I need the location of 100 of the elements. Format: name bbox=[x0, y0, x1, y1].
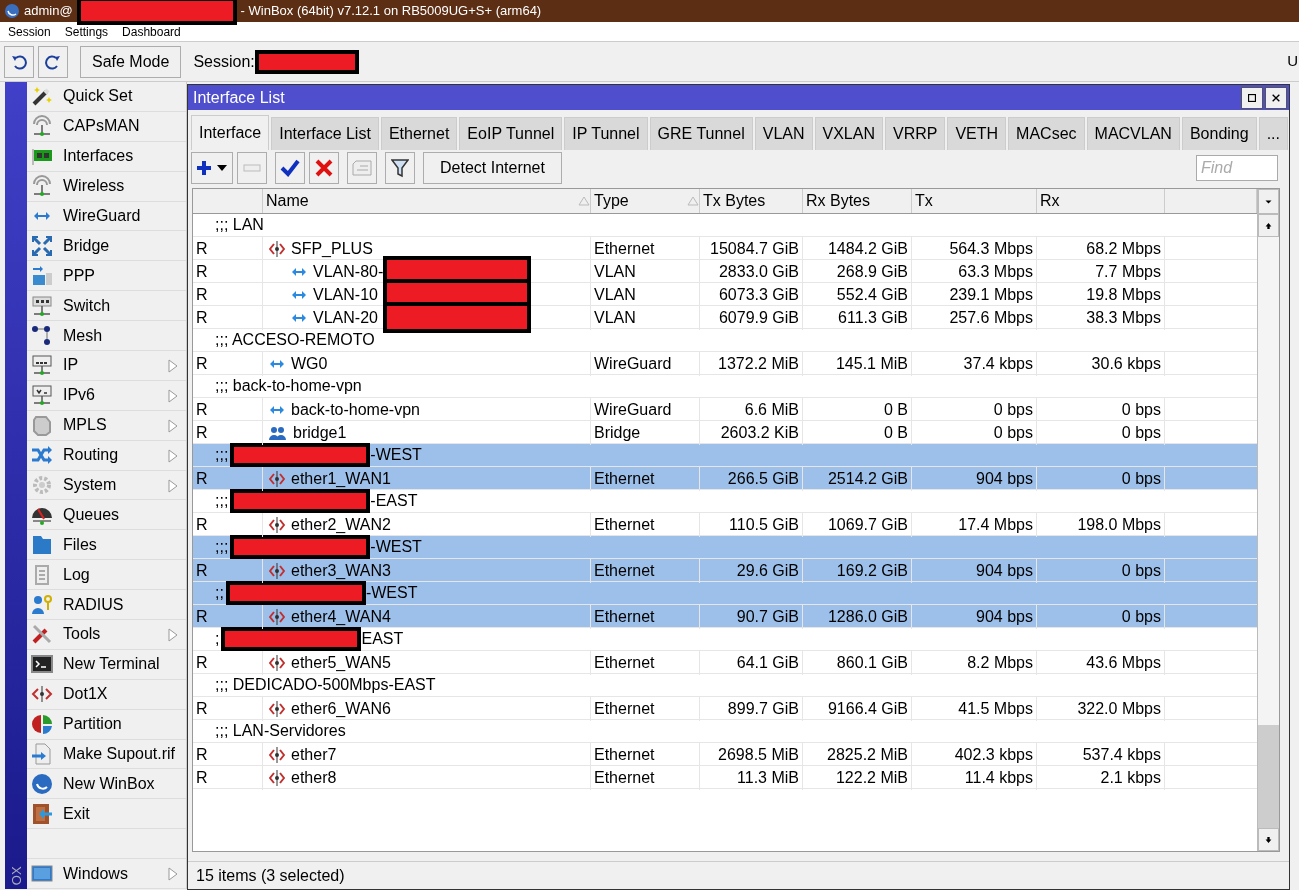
menu-item[interactable]: Bridge bbox=[27, 231, 186, 262]
menu-item[interactable]: Mesh bbox=[27, 321, 186, 351]
tab[interactable]: GRE Tunnel bbox=[649, 117, 753, 150]
menu-item[interactable]: RADIUS bbox=[27, 590, 186, 621]
table-row[interactable]: R ether5_WAN5 Ethernet 64.1 GiB 860.1 GiB 8.2 Mbps 43.6 Mbps bbox=[193, 651, 1257, 674]
menu-item[interactable]: Quick Set bbox=[27, 82, 186, 112]
menu-item[interactable]: Dot1X bbox=[27, 679, 186, 710]
table-row[interactable]: ;;; LAN bbox=[193, 214, 1257, 237]
table-cell: Ethernet bbox=[591, 766, 700, 790]
tab[interactable]: VRRP bbox=[885, 117, 946, 150]
table-cell: 0 bps bbox=[1037, 398, 1165, 422]
menu-item[interactable]: Log bbox=[27, 560, 186, 591]
tab[interactable]: Interface List bbox=[271, 117, 379, 150]
table-row[interactable]: ;;; -WEST bbox=[193, 536, 1257, 559]
column-header[interactable]: Rx Bytes bbox=[803, 189, 912, 213]
column-menu-button[interactable] bbox=[1258, 189, 1279, 214]
tab[interactable]: EoIP Tunnel bbox=[459, 117, 563, 150]
table-row[interactable]: R back-to-home-vpn WireGuard 6.6 MiB 0 B 0 bps 0 bps bbox=[193, 398, 1257, 421]
table-row[interactable]: R ether1_WAN1 Ethernet 266.5 GiB 2514.2 GiB 904 bps 0 bps bbox=[193, 467, 1257, 490]
tab[interactable]: MACVLAN bbox=[1086, 117, 1180, 150]
menu-item[interactable]: Interfaces bbox=[27, 141, 186, 172]
add-button[interactable] bbox=[191, 152, 233, 184]
table-row[interactable]: ;;; -EAST bbox=[193, 490, 1257, 513]
globe-icon bbox=[31, 772, 53, 795]
table-cell: Ethernet bbox=[591, 237, 700, 261]
interface-name: ether7 bbox=[291, 745, 337, 765]
column-header[interactable]: Tx bbox=[912, 189, 1037, 213]
table-row[interactable]: R ether8 Ethernet 11.3 MiB 122.2 MiB 11.4 kbps 2.1 kbps bbox=[193, 766, 1257, 789]
menu-item[interactable]: Routing bbox=[27, 440, 186, 471]
column-header[interactable]: Tx Bytes bbox=[700, 189, 803, 213]
tab[interactable]: MACsec bbox=[1008, 117, 1085, 150]
menu-item[interactable]: System bbox=[27, 470, 186, 501]
scroll-up-button[interactable] bbox=[1258, 214, 1279, 237]
table-cell: 0 B bbox=[803, 398, 912, 422]
close-button[interactable] bbox=[1265, 86, 1287, 109]
scroll-down-button[interactable] bbox=[1258, 828, 1279, 851]
tab[interactable]: Ethernet bbox=[380, 117, 458, 150]
menu-item[interactable]: Wireless bbox=[27, 171, 186, 202]
column-header[interactable]: Name bbox=[263, 189, 591, 213]
menu-item[interactable]: Session bbox=[8, 22, 51, 41]
filter-button[interactable] bbox=[385, 152, 415, 184]
tab[interactable]: IP Tunnel bbox=[564, 117, 648, 150]
tab[interactable]: VETH bbox=[947, 117, 1007, 150]
tab[interactable]: ... bbox=[1258, 117, 1288, 150]
column-header[interactable]: Rx bbox=[1037, 189, 1165, 213]
disable-button[interactable] bbox=[309, 152, 339, 184]
enable-button[interactable] bbox=[275, 152, 305, 184]
comment-text: ; bbox=[215, 629, 220, 649]
detect-internet-button[interactable]: Detect Internet bbox=[423, 152, 562, 184]
table-cell: 564.3 Mbps bbox=[912, 237, 1037, 261]
find-field[interactable]: Find bbox=[1196, 155, 1278, 181]
menu-item[interactable]: IP bbox=[27, 351, 186, 381]
menu-item[interactable]: Files bbox=[27, 530, 186, 561]
menu-item[interactable]: Dashboard bbox=[122, 22, 181, 41]
tab[interactable]: VLAN bbox=[754, 117, 813, 150]
menu-item[interactable]: IPv6 bbox=[27, 380, 186, 411]
table-row[interactable]: ; EAST bbox=[193, 628, 1257, 651]
table-cell: WireGuard bbox=[591, 352, 700, 376]
menu-item[interactable]: MPLS bbox=[27, 410, 186, 441]
interface-name: ether4_WAN4 bbox=[291, 607, 391, 627]
menu-item[interactable]: New WinBox bbox=[27, 769, 186, 800]
interface-name: ether5_WAN5 bbox=[291, 653, 391, 673]
tab[interactable]: Interface bbox=[191, 115, 270, 150]
table-row[interactable]: ;; -WEST bbox=[193, 582, 1257, 605]
table-row[interactable]: R ether7 Ethernet 2698.5 MiB 2825.2 MiB 402.3 kbps 537.4 kbps bbox=[193, 743, 1257, 766]
safe-mode-button[interactable]: Safe Mode bbox=[80, 45, 182, 78]
table-row[interactable]: ;;; ACCESO-REMOTO bbox=[193, 329, 1257, 352]
menu-item[interactable]: PPP bbox=[27, 261, 186, 292]
column-header[interactable]: Type bbox=[591, 189, 700, 213]
menu-item[interactable]: Queues bbox=[27, 500, 186, 531]
menu-item[interactable]: CAPsMAN bbox=[27, 111, 186, 142]
table-row[interactable]: ;;; DEDICADO-500Mbps-EAST bbox=[193, 674, 1257, 697]
table-cell: 552.4 GiB bbox=[803, 283, 912, 307]
user-key-icon bbox=[31, 593, 53, 616]
redo-button[interactable] bbox=[38, 45, 68, 78]
maximize-button[interactable] bbox=[1241, 86, 1263, 109]
table-row[interactable]: ;;; -WEST bbox=[193, 444, 1257, 467]
menu-item[interactable]: Make Supout.rif bbox=[27, 739, 186, 770]
table-row[interactable]: ;;; back-to-home-vpn bbox=[193, 375, 1257, 398]
scrollbar-thumb[interactable] bbox=[1258, 237, 1279, 725]
table-row[interactable]: R ether4_WAN4 Ethernet 90.7 GiB 1286.0 GiB 904 bps 0 bps bbox=[193, 605, 1257, 628]
menu-item[interactable]: New Terminal bbox=[27, 649, 186, 680]
table-row[interactable]: R VLAN-20 VLAN 6079.9 GiB 611.3 GiB 257.6 Mbps 38.3 Mbps bbox=[193, 306, 1257, 329]
table-row[interactable]: R ether3_WAN3 Ethernet 29.6 GiB 169.2 GiB 904 bps 0 bps bbox=[193, 559, 1257, 582]
menu-item[interactable]: Tools bbox=[27, 620, 186, 650]
tab[interactable]: Bonding bbox=[1181, 117, 1257, 150]
tab[interactable]: VXLAN bbox=[814, 117, 883, 150]
menu-item[interactable]: Partition bbox=[27, 709, 186, 740]
menu-item[interactable]: Settings bbox=[64, 22, 109, 41]
menu-item[interactable]: Windows bbox=[27, 859, 186, 890]
menu-item[interactable]: Exit bbox=[27, 799, 186, 830]
comment-text: ;;; bbox=[215, 445, 229, 465]
undo-button[interactable] bbox=[4, 45, 34, 78]
cross-icon bbox=[315, 159, 333, 177]
session-label: Session: bbox=[193, 51, 255, 72]
table-row[interactable]: ;;; LAN-Servidores bbox=[193, 720, 1257, 743]
menu-item[interactable]: WireGuard bbox=[27, 201, 186, 232]
menu-item[interactable]: Switch bbox=[27, 291, 186, 322]
table-row[interactable]: R WG0 WireGuard 1372.2 MiB 145.1 MiB 37.4 kbps 30.6 kbps bbox=[193, 352, 1257, 375]
table-row[interactable]: R ether6_WAN6 Ethernet 899.7 GiB 9166.4 GiB 41.5 Mbps 322.0 Mbps bbox=[193, 697, 1257, 720]
